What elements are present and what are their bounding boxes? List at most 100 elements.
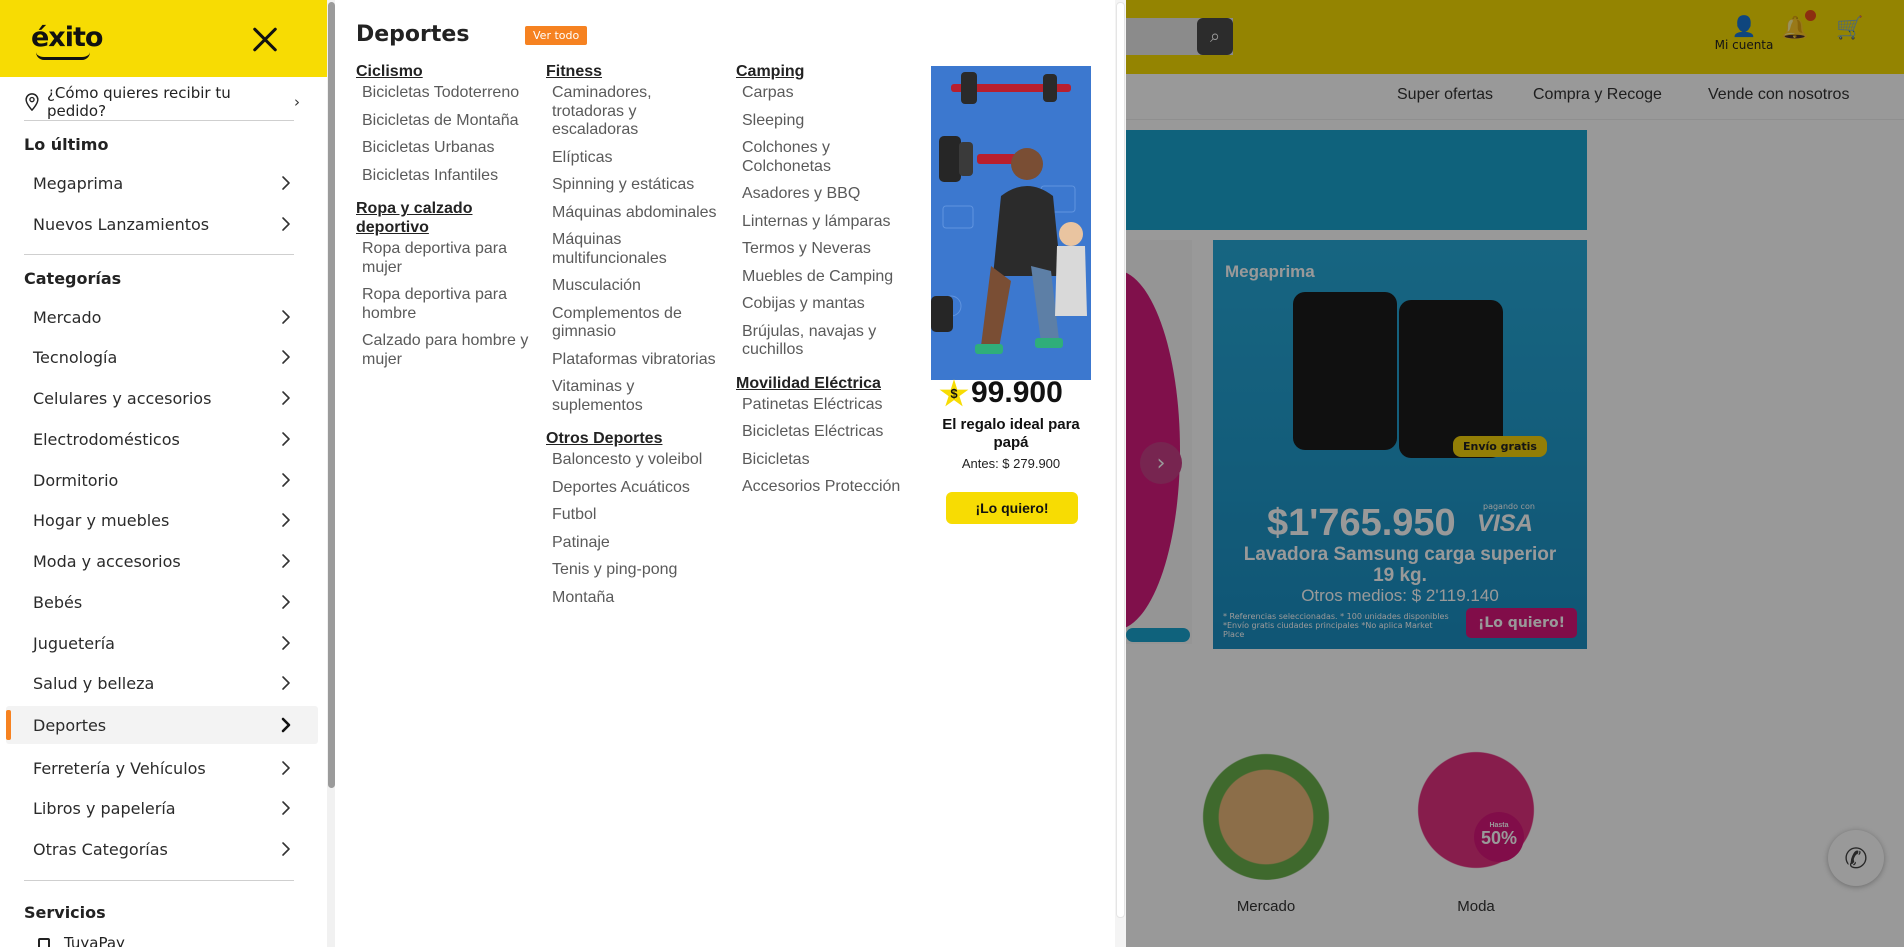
section-title-services: Servicios <box>24 903 106 922</box>
menu-item-tuyapay[interactable]: TuyaPay <box>64 934 125 947</box>
menu-item-bebes[interactable]: Bebés <box>6 583 318 621</box>
sports-ad[interactable]: $99.900 El regalo ideal para papá Antes:… <box>931 66 1091 533</box>
menu-item-megaprima[interactable]: Megaprima <box>6 164 318 202</box>
subcategory-link-vitaminas-y-suplementos[interactable]: Vitaminas y suplementos <box>552 378 726 415</box>
subcategory-link-bicicletas-de-montana[interactable]: Bicicletas de Montaña <box>362 112 536 131</box>
subcategory-link-futbol[interactable]: Futbol <box>552 506 726 525</box>
divider <box>24 120 294 121</box>
menu-item-libros-y-papeleria[interactable]: Libros y papelería <box>6 789 318 827</box>
menu-header: éxito <box>0 0 327 77</box>
subcategory-link-asadores-y-bbq[interactable]: Asadores y BBQ <box>742 185 921 204</box>
subcategory-link-maquinas-multifuncionales[interactable]: Máquinas multifuncionales <box>552 231 726 268</box>
subcategory-link-bicicletas[interactable]: Bicicletas <box>742 451 921 470</box>
delivery-selector[interactable]: ¿Cómo quieres recibir tu pedido? › <box>24 84 300 120</box>
subcategory-link-tenis-y-ping-pong[interactable]: Tenis y ping-pong <box>552 561 726 580</box>
menu-item-label: Ferretería y Vehículos <box>33 758 206 778</box>
chevron-right-icon <box>282 310 290 324</box>
subcategory-link-carpas[interactable]: Carpas <box>742 84 921 103</box>
subcategory-link-maquinas-abdominales[interactable]: Máquinas abdominales <box>552 204 726 223</box>
menu-scrollbar-thumb[interactable] <box>328 2 335 788</box>
chevron-right-icon <box>282 217 290 231</box>
subcategory-heading-camping[interactable]: Camping <box>736 62 921 81</box>
subcategory-link-montana[interactable]: Montaña <box>552 589 726 608</box>
chevron-right-icon <box>282 801 290 815</box>
chevron-right-icon <box>282 176 290 190</box>
menu-item-dormitorio[interactable]: Dormitorio <box>6 461 318 499</box>
chevron-right-icon <box>282 391 290 405</box>
menu-item-hogar-y-muebles[interactable]: Hogar y muebles <box>6 501 318 539</box>
subcategory-link-bicicletas-infantiles[interactable]: Bicicletas Infantiles <box>362 167 536 186</box>
close-icon[interactable] <box>248 22 282 56</box>
chevron-right-icon <box>282 513 290 527</box>
subcategory-heading-ropa-y-calzado-deportivo[interactable]: Ropa y calzado deportivo <box>356 199 536 237</box>
side-menu: éxito ¿Cómo quieres recibir tu pedido? ›… <box>0 0 327 947</box>
ad-price-value: 99.900 <box>971 376 1063 409</box>
menu-item-label: Otras Categorías <box>33 839 168 859</box>
subcategory-link-musculacion[interactable]: Musculación <box>552 277 726 296</box>
menu-item-tecnologia[interactable]: Tecnología <box>6 338 318 376</box>
subcategory-link-cobijas-y-mantas[interactable]: Cobijas y mantas <box>742 295 921 314</box>
subcategory-link-accesorios-proteccion[interactable]: Accesorios Protección <box>742 478 921 497</box>
subcategory-link-spinning-y-estaticas[interactable]: Spinning y estáticas <box>552 176 726 195</box>
menu-item-jugueteria[interactable]: Juguetería <box>6 624 318 662</box>
exito-logo[interactable]: éxito <box>31 22 103 53</box>
subcategory-link-elipticas[interactable]: Elípticas <box>552 149 726 168</box>
menu-item-moda-y-accesorios[interactable]: Moda y accesorios <box>6 542 318 580</box>
chevron-right-icon <box>282 676 290 690</box>
menu-item-nuevos-lanzamientos[interactable]: Nuevos Lanzamientos <box>6 205 318 243</box>
subcategory-link-termos-y-neveras[interactable]: Termos y Neveras <box>742 240 921 259</box>
subcategory-link-ropa-deportiva-para-mujer[interactable]: Ropa deportiva para mujer <box>362 240 536 277</box>
menu-item-label: Salud y belleza <box>33 673 155 693</box>
subcategory-heading-movilidad-electrica[interactable]: Movilidad Eléctrica <box>736 374 921 393</box>
chevron-right-icon <box>282 473 290 487</box>
menu-item-salud-y-belleza[interactable]: Salud y belleza <box>6 664 318 702</box>
menu-item-electrodomesticos[interactable]: Electrodomésticos <box>6 420 318 458</box>
subcategory-link-colchones-y-colchonetas[interactable]: Colchones y Colchonetas <box>742 139 921 176</box>
submenu-title: Deportes <box>356 22 470 47</box>
chevron-right-icon <box>282 761 290 775</box>
subcategory-link-linternas-y-lamparas[interactable]: Linternas y lámparas <box>742 213 921 232</box>
chevron-right-icon <box>282 350 290 364</box>
subcategory-link-complementos-de-gimnasio[interactable]: Complementos de gimnasio <box>552 305 726 342</box>
subcategory-link-bicicletas-todoterreno[interactable]: Bicicletas Todoterreno <box>362 84 536 103</box>
menu-item-label: Megaprima <box>33 173 124 193</box>
subcategory-heading-ciclismo[interactable]: Ciclismo <box>356 62 536 81</box>
subcategory-link-deportes-acuaticos[interactable]: Deportes Acuáticos <box>552 479 726 498</box>
chevron-right-icon <box>281 717 291 733</box>
chevron-right-icon <box>282 842 290 856</box>
subcategory-link-baloncesto-y-voleibol[interactable]: Baloncesto y voleibol <box>552 451 726 470</box>
menu-item-mercado[interactable]: Mercado <box>6 298 318 336</box>
subcategory-link-bicicletas-urbanas[interactable]: Bicicletas Urbanas <box>362 139 536 158</box>
subcategory-heading-otros-deportes[interactable]: Otros Deportes <box>546 429 726 448</box>
subcategory-link-ropa-deportiva-para-hombre[interactable]: Ropa deportiva para hombre <box>362 286 536 323</box>
subcategory-link-patinaje[interactable]: Patinaje <box>552 534 726 553</box>
menu-item-ferreteria-y-vehiculos[interactable]: Ferretería y Vehículos <box>6 749 318 787</box>
active-indicator <box>6 710 11 740</box>
chevron-right-icon <box>282 595 290 609</box>
chevron-right-icon: › <box>294 93 300 111</box>
subcategory-heading-fitness[interactable]: Fitness <box>546 62 726 81</box>
subcategory-link-brujulas-navajas-y-cuchillos[interactable]: Brújulas, navajas y cuchillos <box>742 323 921 360</box>
menu-item-celulares-y-accesorios[interactable]: Celulares y accesorios <box>6 379 318 417</box>
subcategory-link-sleeping[interactable]: Sleeping <box>742 112 921 131</box>
ad-cta-button[interactable]: ¡Lo quiero! <box>946 492 1078 524</box>
menu-item-label: Moda y accesorios <box>33 551 181 571</box>
subcategory-link-plataformas-vibratorias[interactable]: Plataformas vibratorias <box>552 351 726 370</box>
menu-item-label: Mercado <box>33 307 102 327</box>
submenu-column: Ciclismo Bicicletas Todoterreno Bicicletas… <box>356 62 536 378</box>
see-all-button[interactable]: Ver todo <box>525 26 588 45</box>
location-pin-icon <box>25 93 39 111</box>
menu-item-deportes[interactable]: Deportes <box>6 706 318 744</box>
submenu-scrollbar-thumb[interactable] <box>1116 2 1125 918</box>
menu-item-label: Celulares y accesorios <box>33 388 212 408</box>
menu-item-otras-categorias[interactable]: Otras Categorías <box>6 830 318 868</box>
logo-smile <box>36 52 90 60</box>
subcategory-link-caminadores-trotadoras-y-escaladoras[interactable]: Caminadores, trotadoras y escaladoras <box>552 84 726 140</box>
subcategory-link-patinetas-electricas[interactable]: Patinetas Eléctricas <box>742 396 921 415</box>
subcategory-link-bicicletas-electricas[interactable]: Bicicletas Eléctricas <box>742 423 921 442</box>
subcategory-link-calzado-para-hombre-y-mujer[interactable]: Calzado para hombre y mujer <box>362 332 536 369</box>
ad-old-price: Antes: $ 279.900 <box>961 456 1061 471</box>
menu-item-label: Deportes <box>33 715 107 735</box>
subcategory-link-muebles-de-camping[interactable]: Muebles de Camping <box>742 268 921 287</box>
divider <box>24 880 294 881</box>
